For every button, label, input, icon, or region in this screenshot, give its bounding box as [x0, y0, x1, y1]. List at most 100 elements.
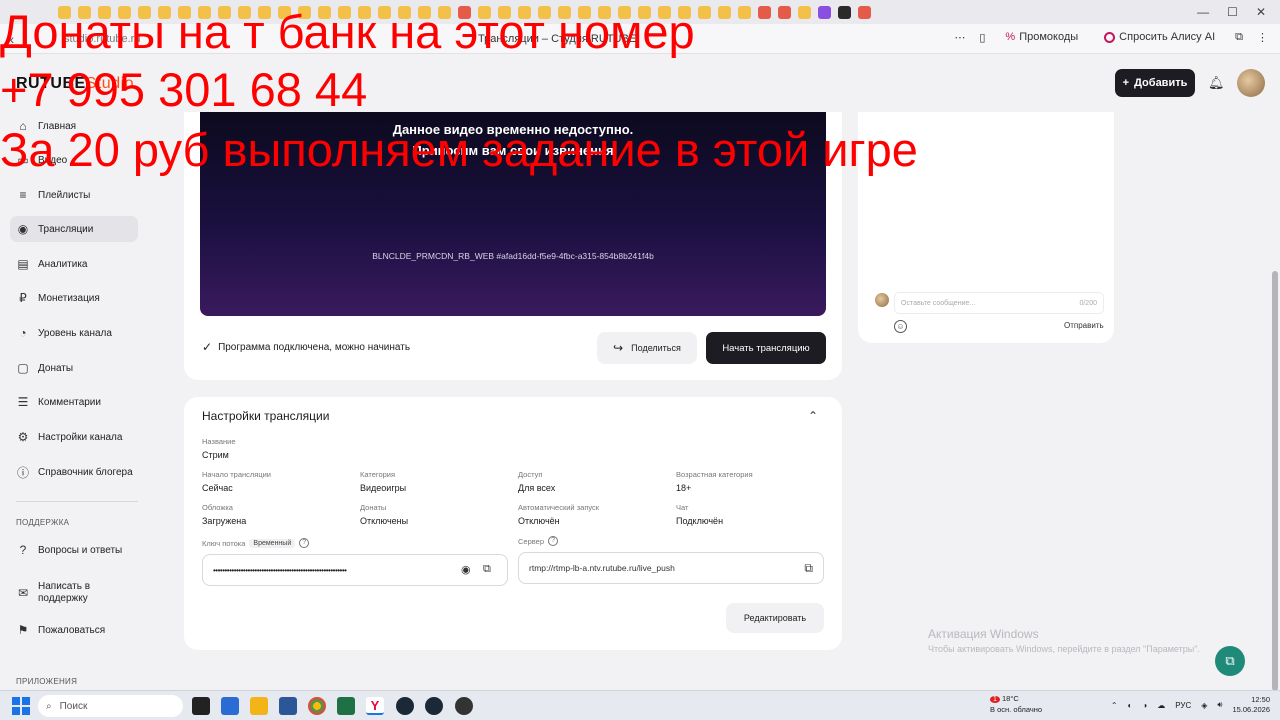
sidebar: ⌂ Главная ▭ Видео ≡ Плейлисты ◉ Трансляции ▤…	[0, 112, 150, 690]
menu-icon[interactable]: ⋮	[1257, 31, 1268, 44]
task-view-icon[interactable]	[192, 697, 210, 715]
alice-button[interactable]: Спросить Алису AI	[1098, 28, 1221, 46]
flag-icon: ⚑	[17, 623, 29, 637]
sidebar-item-faq[interactable]: ? Вопросы и ответы	[10, 537, 138, 563]
volume-icon[interactable]: 🔊︎	[1217, 700, 1222, 710]
maximize-icon[interactable]: ☐	[1227, 5, 1238, 19]
help-icon[interactable]: ?	[548, 536, 559, 546]
copy-icon[interactable]: ⧉	[483, 563, 497, 577]
field-label: Чат	[676, 503, 689, 512]
tab-favicon[interactable]	[778, 5, 791, 19]
add-button[interactable]: + Добавить	[1115, 69, 1195, 97]
tab-favicon[interactable]	[758, 5, 771, 19]
broadcast-icon: ◉	[17, 222, 29, 236]
share-button[interactable]: ↪ Поделиться	[597, 332, 697, 364]
steam-icon[interactable]	[425, 697, 443, 715]
network-icon[interactable]: ◈	[1201, 701, 1207, 710]
chevron-up-icon[interactable]: ⌃	[808, 409, 818, 423]
chat-placeholder: Оставьте сообщение...	[901, 299, 976, 307]
tab-favicon-active[interactable]	[858, 5, 871, 19]
taskbar-search-placeholder: Поиск	[59, 700, 88, 712]
field-value: Подключён	[676, 516, 724, 526]
app-icon[interactable]	[455, 697, 473, 715]
clock-date: 15.06.2026	[1232, 705, 1270, 714]
page-scrollbar[interactable]	[1270, 56, 1280, 691]
stream-key-label-row: Ключ потока Временный ?	[202, 538, 310, 548]
word-icon[interactable]	[279, 697, 297, 715]
chevron-up-icon[interactable]: ⌃	[1111, 701, 1118, 710]
sidebar-item-level[interactable]: ◔ Уровень канала	[10, 320, 138, 346]
alice-label: Спросить Алису AI	[1119, 31, 1216, 43]
cloud-icon[interactable]: ☁	[1157, 701, 1165, 710]
eye-icon[interactable]: ◉	[461, 563, 475, 577]
share-icon: ↪	[613, 341, 624, 355]
tab-favicon[interactable]	[738, 5, 751, 19]
edit-button[interactable]: Редактировать	[726, 603, 824, 633]
start-stream-button[interactable]: Начать трансляцию	[706, 332, 826, 364]
sidebar-item-comments[interactable]: ☰ Комментарии	[10, 389, 138, 415]
copy-icon[interactable]: ⧉	[804, 561, 813, 576]
tab-favicon[interactable]	[698, 5, 711, 19]
support-chat-icon[interactable]: ⧉	[1215, 646, 1245, 676]
sidebar-item-monetization[interactable]: ₽ Монетизация	[10, 285, 138, 311]
bell-icon[interactable]: 🔔︎	[1208, 75, 1225, 91]
sidebar-item-report[interactable]: ⚑ Пожаловаться	[10, 617, 138, 643]
clock[interactable]: 12:50 15.06.2026	[1232, 695, 1270, 715]
sidebar-item-playlists[interactable]: ≡ Плейлисты	[10, 182, 138, 208]
emoji-icon[interactable]: ☺	[894, 320, 907, 333]
windows-start-icon[interactable]	[12, 697, 30, 715]
sidebar-item-analytics[interactable]: ▤ Аналитика	[10, 251, 138, 277]
taskbar-search[interactable]: ⌕ Поиск	[38, 695, 183, 717]
chat-avatar	[875, 293, 889, 307]
clock-time: 12:50	[1251, 695, 1270, 704]
sidebar-item-channel-settings[interactable]: ⚙ Настройки канала	[10, 424, 138, 450]
scrollbar-thumb[interactable]	[1272, 271, 1278, 691]
chat-input[interactable]: Оставьте сообщение... 0/200	[894, 292, 1104, 314]
file-explorer-icon[interactable]	[250, 697, 268, 715]
avatar[interactable]	[1237, 69, 1265, 97]
sidebar-item-label: Настройки канала	[38, 431, 123, 443]
tab-favicon[interactable]	[798, 5, 811, 19]
weather-widget[interactable]: 1 18°C В осн. облачно	[990, 694, 1042, 715]
notification-badge: 1	[990, 696, 1000, 703]
field-label: Донаты	[360, 503, 387, 512]
stream-key-field[interactable]: ••••••••••••••••••••••••••••••••••••••••…	[202, 554, 508, 586]
bookmark-icon[interactable]: ▯	[979, 31, 985, 44]
excel-icon[interactable]	[337, 697, 355, 715]
settings-title: Настройки трансляции	[202, 409, 330, 423]
add-button-label: Добавить	[1134, 77, 1188, 89]
more-icon[interactable]: ⋯	[954, 31, 965, 44]
field-label: Категория	[360, 470, 396, 479]
tab-favicon[interactable]	[718, 5, 731, 19]
sidebar-item-donations[interactable]: ▢ Донаты	[10, 355, 138, 381]
help-icon[interactable]: ?	[299, 538, 310, 548]
language-indicator[interactable]: РУС	[1175, 701, 1191, 710]
tab-favicon[interactable]	[818, 5, 831, 19]
field-value: 18+	[676, 483, 692, 493]
close-icon[interactable]: ✕	[1256, 5, 1266, 19]
tray-app-icon[interactable]: ◑	[1142, 701, 1147, 710]
overlay-donation-text: Донаты на т банк на этот номер	[0, 5, 695, 58]
sidebar-item-label: Монетизация	[38, 292, 100, 304]
yandex-browser-icon[interactable]: Y	[366, 697, 384, 715]
search-icon: ⌕	[46, 700, 52, 712]
send-button[interactable]: Отправить	[1064, 321, 1104, 330]
activation-text: Чтобы активировать Windows, перейдите в …	[928, 644, 1200, 654]
tray-app-icon[interactable]: ◐	[1128, 701, 1133, 710]
minimize-icon[interactable]: —	[1197, 5, 1209, 19]
sidebar-item-blogger-guide[interactable]: ⓘ Справочник блогера	[10, 459, 138, 485]
tab-favicon[interactable]	[838, 5, 851, 19]
promo-button[interactable]: % Промокоды	[999, 28, 1084, 46]
sidebar-item-contact-support[interactable]: ✉ Написать в поддержку	[10, 577, 138, 609]
level-icon: ◔	[19, 326, 27, 340]
window-controls: — ☐ ✕	[1197, 0, 1280, 24]
steam-icon[interactable]	[396, 697, 414, 715]
extension-icon[interactable]: ⧉	[1235, 31, 1243, 44]
app-icon[interactable]	[221, 697, 239, 715]
temporary-badge: Временный	[249, 538, 296, 548]
server-url-field[interactable]: rtmp://rtmp-lb-a.ntv.rutube.ru/live_push…	[518, 552, 824, 584]
chrome-icon[interactable]	[308, 697, 326, 715]
sidebar-item-label: Пожаловаться	[38, 624, 106, 636]
sidebar-item-broadcasts[interactable]: ◉ Трансляции	[10, 216, 138, 242]
field-value: Отключены	[360, 516, 409, 526]
